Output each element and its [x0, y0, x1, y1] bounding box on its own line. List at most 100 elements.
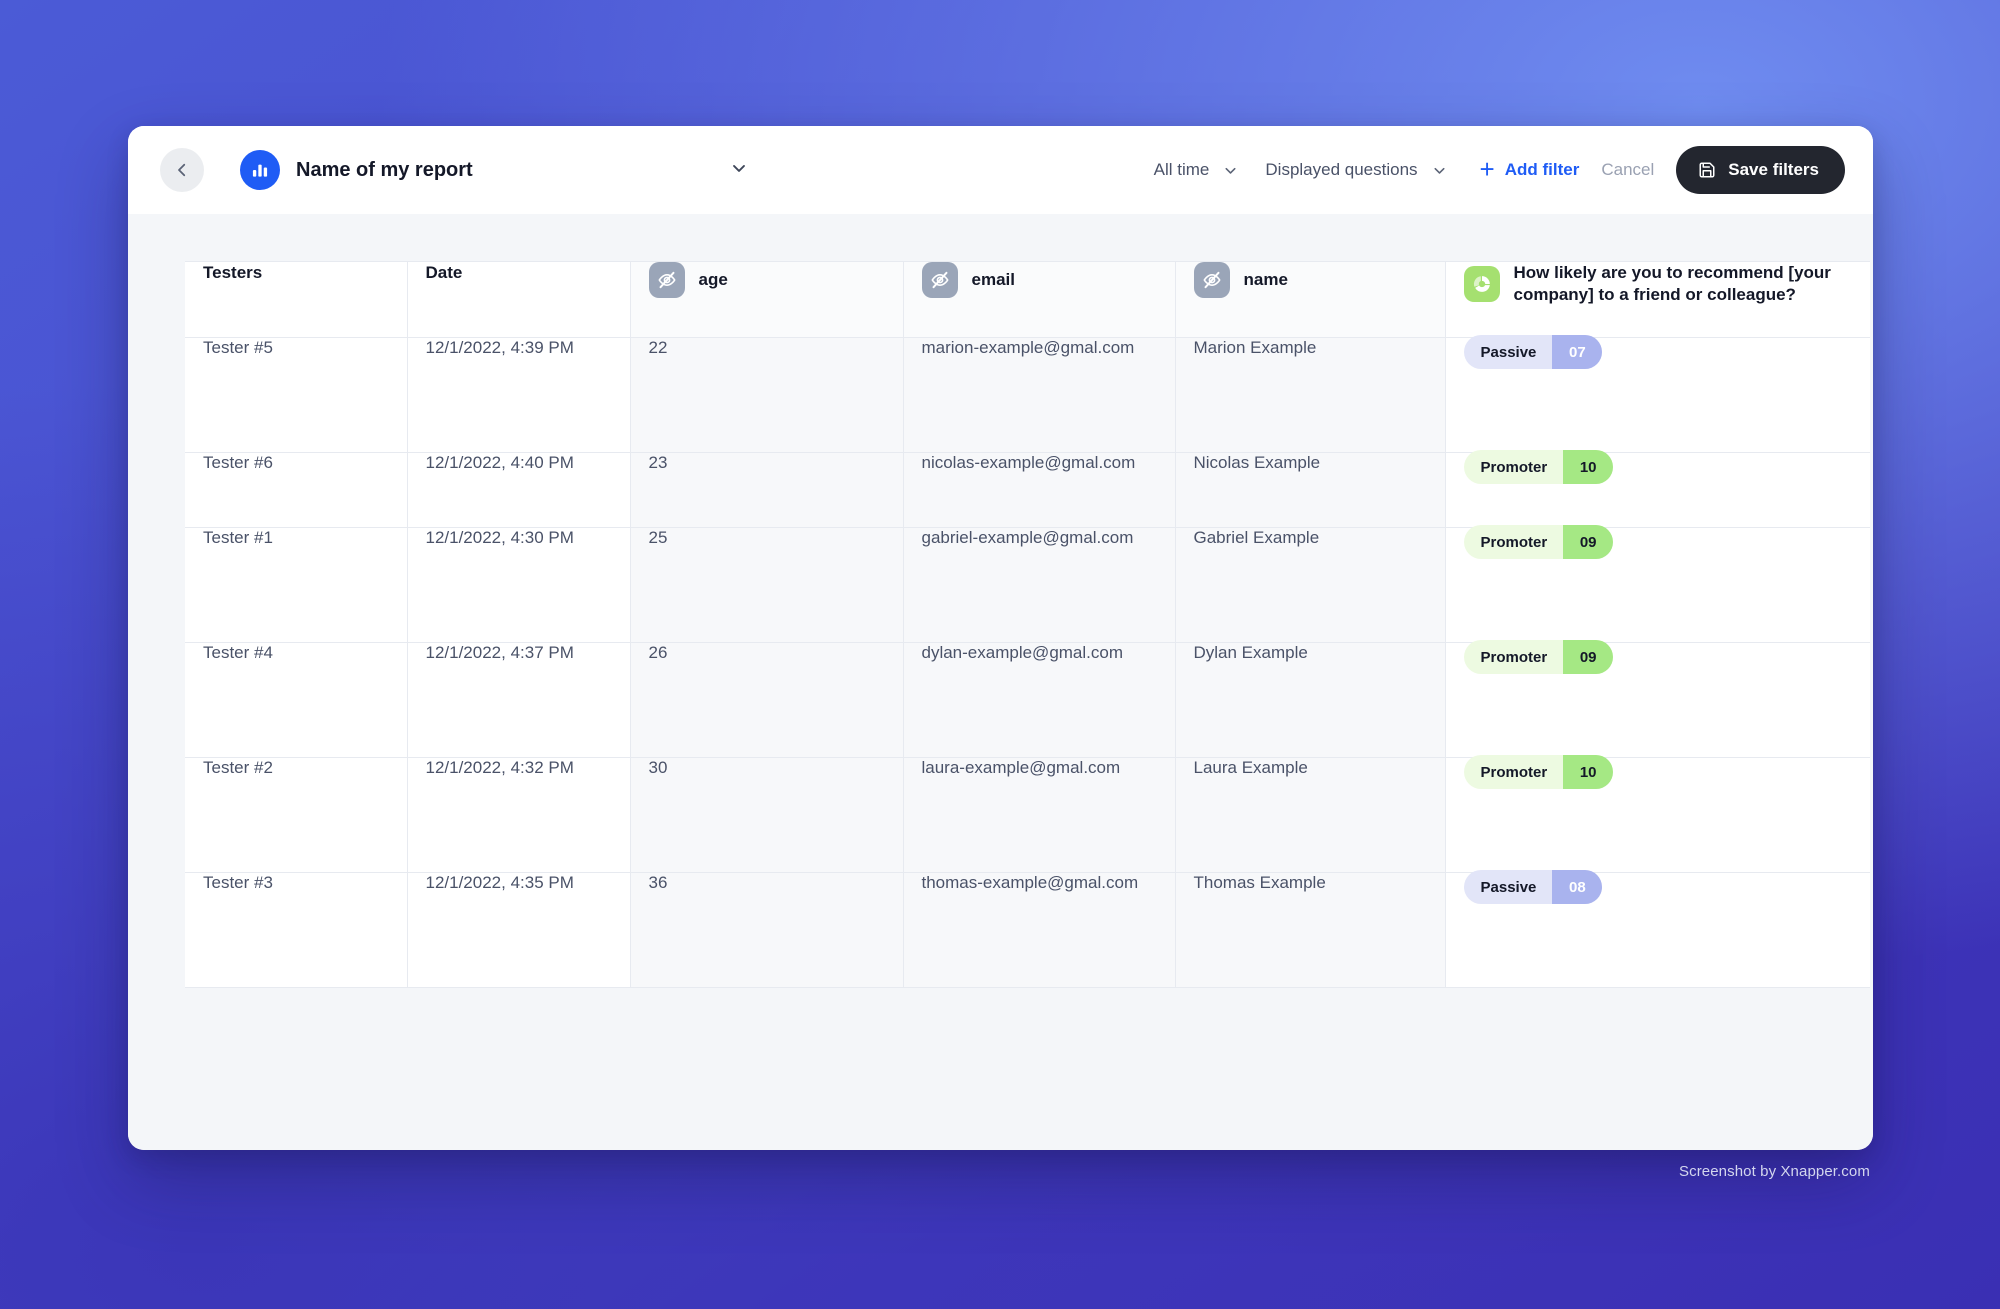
column-header-name[interactable]: name: [1175, 261, 1446, 338]
cell-age: 22: [630, 337, 904, 453]
cell-date: 12/1/2022, 4:35 PM: [407, 872, 631, 988]
table-row[interactable]: Tester #6 12/1/2022, 4:40 PM 23 nicolas-exa…: [185, 450, 1870, 528]
status-badge-label: Passive: [1480, 878, 1537, 896]
cell-name: Nicolas Example: [1175, 452, 1446, 528]
status-badge-score: 09: [1563, 525, 1614, 559]
status-badge-score: 10: [1563, 755, 1614, 789]
displayed-questions-filter-label: Displayed questions: [1265, 160, 1418, 179]
status-badge-label: Promoter: [1480, 458, 1548, 476]
toolbar: Name of my report All time Displayed que…: [128, 126, 1873, 214]
status-badge-label: Promoter: [1480, 763, 1548, 781]
date-range-filter[interactable]: All time: [1154, 160, 1240, 180]
column-header-age[interactable]: age: [630, 261, 904, 338]
status-badge-label: Promoter: [1480, 648, 1548, 666]
report-window: Name of my report All time Displayed que…: [128, 126, 1873, 1150]
chevron-left-icon: [173, 161, 191, 179]
cell-nps: Promoter 09: [1445, 525, 1870, 643]
cell-name: Marion Example: [1175, 337, 1446, 453]
cell-age: 25: [630, 527, 904, 643]
cell-date: 12/1/2022, 4:30 PM: [407, 527, 631, 643]
column-header-testers[interactable]: Testers: [185, 261, 408, 338]
cell-tester: Tester #1: [185, 527, 408, 643]
cancel-button[interactable]: Cancel: [1601, 160, 1654, 180]
table-header: Testers Date age email name How likely a…: [185, 261, 1870, 338]
table-row[interactable]: Tester #1 12/1/2022, 4:30 PM 25 gabriel-exa…: [185, 525, 1870, 643]
column-header-label: Testers: [203, 263, 263, 282]
cell-name: Laura Example: [1175, 757, 1446, 873]
chevron-down-icon: [729, 158, 749, 183]
cell-nps: Promoter 09: [1445, 640, 1870, 758]
column-header-email[interactable]: email: [903, 261, 1176, 338]
cell-name: Dylan Example: [1175, 642, 1446, 758]
eye-off-icon: [648, 262, 685, 298]
table-bottom-gap: [128, 988, 1873, 1066]
table-header-row: Testers Date age email name How likely a…: [185, 261, 1870, 338]
status-badge-label: Promoter: [1480, 533, 1548, 551]
cell-email: nicolas-example@gmal.com: [903, 452, 1176, 528]
cell-name: Thomas Example: [1175, 872, 1446, 988]
table-row[interactable]: Tester #5 12/1/2022, 4:39 PM 22 marion-exam…: [185, 335, 1870, 453]
date-range-filter-label: All time: [1153, 160, 1210, 179]
cell-email: gabriel-example@gmal.com: [903, 527, 1176, 643]
column-header-label: name: [1243, 270, 1288, 290]
chevron-down-icon: [1431, 162, 1448, 179]
cell-email: marion-example@gmal.com: [903, 337, 1176, 453]
column-header-label: email: [971, 270, 1015, 290]
table-top-gap: [128, 214, 1873, 261]
cell-age: 26: [630, 642, 904, 758]
donut-chart-icon: [1463, 265, 1500, 302]
cell-tester: Tester #6: [185, 452, 408, 528]
cell-age: 36: [630, 872, 904, 988]
add-filter-button[interactable]: + Add filter: [1479, 154, 1580, 184]
cell-name: Gabriel Example: [1175, 527, 1446, 643]
column-header-nps-question[interactable]: How likely are you to recommend [your co…: [1445, 261, 1870, 338]
responses-table: Testers Date age email name How likely a…: [185, 261, 1870, 988]
save-filters-button[interactable]: Save filters: [1676, 146, 1845, 194]
save-disk-icon: [1698, 161, 1716, 179]
status-badge: Passive 08: [1463, 870, 1603, 904]
page-title: Name of my report: [296, 158, 473, 181]
cell-date: 12/1/2022, 4:37 PM: [407, 642, 631, 758]
table-body: Tester #5 12/1/2022, 4:39 PM 22 marion-exam…: [185, 335, 1870, 988]
cell-nps: Passive 08: [1445, 870, 1870, 988]
add-filter-label: Add filter: [1504, 160, 1580, 179]
save-filters-label: Save filters: [1728, 160, 1819, 179]
column-header-label: age: [698, 270, 728, 290]
status-badge-score: 10: [1563, 450, 1614, 484]
table-row[interactable]: Tester #4 12/1/2022, 4:37 PM 26 dylan-examp…: [185, 640, 1870, 758]
cell-nps: Promoter 10: [1445, 450, 1870, 528]
status-badge: Promoter 09: [1463, 525, 1614, 559]
column-header-label: Date: [425, 263, 463, 282]
cell-tester: Tester #4: [185, 642, 408, 758]
table-row[interactable]: Tester #3 12/1/2022, 4:35 PM 36 thomas-exam…: [185, 870, 1870, 988]
eye-off-icon: [1193, 262, 1230, 298]
status-badge: Promoter 10: [1463, 450, 1614, 484]
cell-tester: Tester #5: [185, 337, 408, 453]
eye-off-icon: [921, 262, 958, 298]
watermark: Screenshot by Xnapper.com: [1679, 1163, 1870, 1180]
table-area: Testers Date age email name How likely a…: [128, 214, 1873, 1150]
plus-icon: +: [1479, 154, 1495, 184]
cell-date: 12/1/2022, 4:40 PM: [407, 452, 631, 528]
bar-chart-icon: [240, 150, 280, 190]
column-header-label: How likely are you to recommend [your co…: [1513, 263, 1831, 304]
cell-nps: Passive 07: [1445, 335, 1870, 453]
column-header-date[interactable]: Date: [407, 261, 631, 338]
cell-tester: Tester #3: [185, 872, 408, 988]
cell-date: 12/1/2022, 4:32 PM: [407, 757, 631, 873]
cell-tester: Tester #2: [185, 757, 408, 873]
status-badge: Promoter 10: [1463, 755, 1614, 789]
report-dropdown-toggle[interactable]: [729, 158, 749, 183]
table-row[interactable]: Tester #2 12/1/2022, 4:32 PM 30 laura-examp…: [185, 755, 1870, 873]
status-badge-label: Passive: [1480, 343, 1537, 361]
cell-age: 30: [630, 757, 904, 873]
status-badge-score: 07: [1552, 335, 1603, 369]
cell-email: laura-example@gmal.com: [903, 757, 1176, 873]
chevron-down-icon: [1222, 162, 1239, 179]
status-badge: Passive 07: [1463, 335, 1603, 369]
status-badge: Promoter 09: [1463, 640, 1614, 674]
back-button[interactable]: [160, 148, 204, 192]
displayed-questions-filter[interactable]: Displayed questions: [1265, 160, 1447, 180]
status-badge-score: 09: [1563, 640, 1614, 674]
cell-date: 12/1/2022, 4:39 PM: [407, 337, 631, 453]
